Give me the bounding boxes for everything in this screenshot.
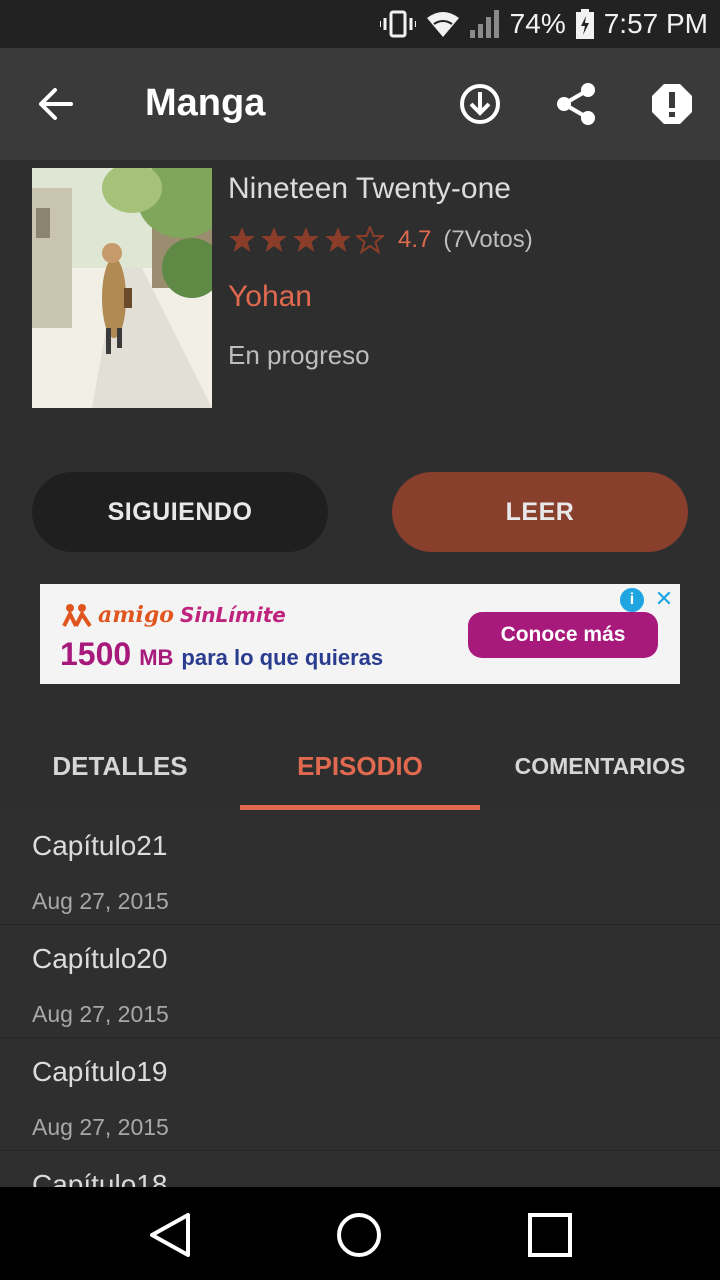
ad-brand-sub: SinLímite: [179, 603, 286, 627]
star-filled-icon: [229, 227, 255, 252]
vibrate-icon: [379, 9, 416, 39]
active-tab-indicator: [240, 805, 480, 810]
nav-back-button[interactable]: [140, 1207, 200, 1263]
signal-icon: [469, 10, 500, 38]
chapter-title: Capítulo18: [32, 1169, 168, 1187]
star-filled-icon: [293, 227, 319, 252]
list-item[interactable]: Capítulo21 Aug 27, 2015: [0, 812, 720, 925]
report-icon: [652, 84, 692, 124]
rating: 4.7 (7Votos): [228, 226, 533, 254]
ad-brand: amigo SinLímite: [62, 602, 286, 628]
list-item[interactable]: Capítulo19 Aug 27, 2015: [0, 1038, 720, 1151]
battery-percent: 74%: [509, 8, 566, 39]
status-bar: 74% 7:57 PM: [0, 0, 720, 48]
rating-value: 4.7: [398, 226, 432, 253]
ad-cta-button[interactable]: Conoce más: [468, 612, 658, 658]
system-nav-bar: [0, 1187, 720, 1280]
ad-text: para lo que quieras: [181, 645, 384, 670]
chapter-date: Aug 27, 2015: [32, 1114, 169, 1140]
ad-brand-name: amigo: [98, 602, 174, 628]
publication-status: En progreso: [228, 340, 370, 370]
ad-amount: 1500: [60, 636, 132, 672]
chapter-title: Capítulo20: [32, 943, 168, 974]
download-button[interactable]: [452, 76, 508, 132]
tab-episodio[interactable]: EPISODIO: [240, 718, 480, 814]
ad-offer: 1500 MB para lo que quieras: [60, 636, 383, 673]
chapter-title: Capítulo21: [32, 830, 168, 861]
ad-info-icon[interactable]: i: [620, 588, 644, 612]
manga-title: Nineteen Twenty-one: [228, 172, 511, 205]
chapter-date: Aug 27, 2015: [32, 1001, 169, 1027]
ad-banner[interactable]: amigo SinLímite 1500 MB para lo que quie…: [40, 584, 680, 684]
tab-detalles[interactable]: DETALLES: [0, 718, 240, 814]
rating-stars: [228, 226, 384, 254]
nav-home-button[interactable]: [329, 1207, 389, 1263]
back-arrow-icon: [39, 88, 73, 120]
list-item[interactable]: Capítulo20 Aug 27, 2015: [0, 925, 720, 1038]
app-bar: Manga: [0, 48, 720, 160]
share-icon: [557, 83, 595, 125]
amigo-logo-icon: [62, 604, 92, 628]
share-button[interactable]: [548, 76, 604, 132]
rating-votes: (7Votos): [443, 226, 533, 253]
star-filled-icon: [261, 227, 287, 252]
wifi-icon: [426, 10, 460, 38]
star-filled-icon: [325, 227, 351, 252]
ad-close-icon[interactable]: ✕: [652, 586, 676, 612]
following-button[interactable]: SIGUIENDO: [32, 472, 328, 552]
page-title: Manga: [145, 82, 266, 124]
circle-home-icon: [337, 1213, 381, 1257]
triangle-back-icon: [150, 1213, 190, 1257]
chapter-list: Capítulo21 Aug 27, 2015 Capítulo20 Aug 2…: [0, 812, 720, 1187]
ad-unit: MB: [139, 645, 174, 670]
square-recents-icon: [528, 1213, 572, 1257]
report-button[interactable]: [644, 76, 700, 132]
author-link[interactable]: Yohan: [228, 280, 312, 314]
clock: 7:57 PM: [603, 8, 708, 39]
star-empty-icon: [356, 226, 384, 254]
battery-charging-icon: [575, 9, 594, 39]
tab-bar: DETALLES EPISODIO COMENTARIOS: [0, 718, 720, 814]
read-button[interactable]: LEER: [392, 472, 688, 552]
download-icon: [460, 84, 500, 124]
manga-cover[interactable]: [32, 168, 212, 408]
list-item[interactable]: Capítulo18: [0, 1151, 720, 1187]
back-button[interactable]: [30, 78, 82, 130]
tab-comentarios[interactable]: COMENTARIOS: [480, 718, 720, 814]
chapter-title: Capítulo19: [32, 1056, 168, 1087]
chapter-date: Aug 27, 2015: [32, 888, 169, 914]
nav-recents-button[interactable]: [520, 1207, 580, 1263]
